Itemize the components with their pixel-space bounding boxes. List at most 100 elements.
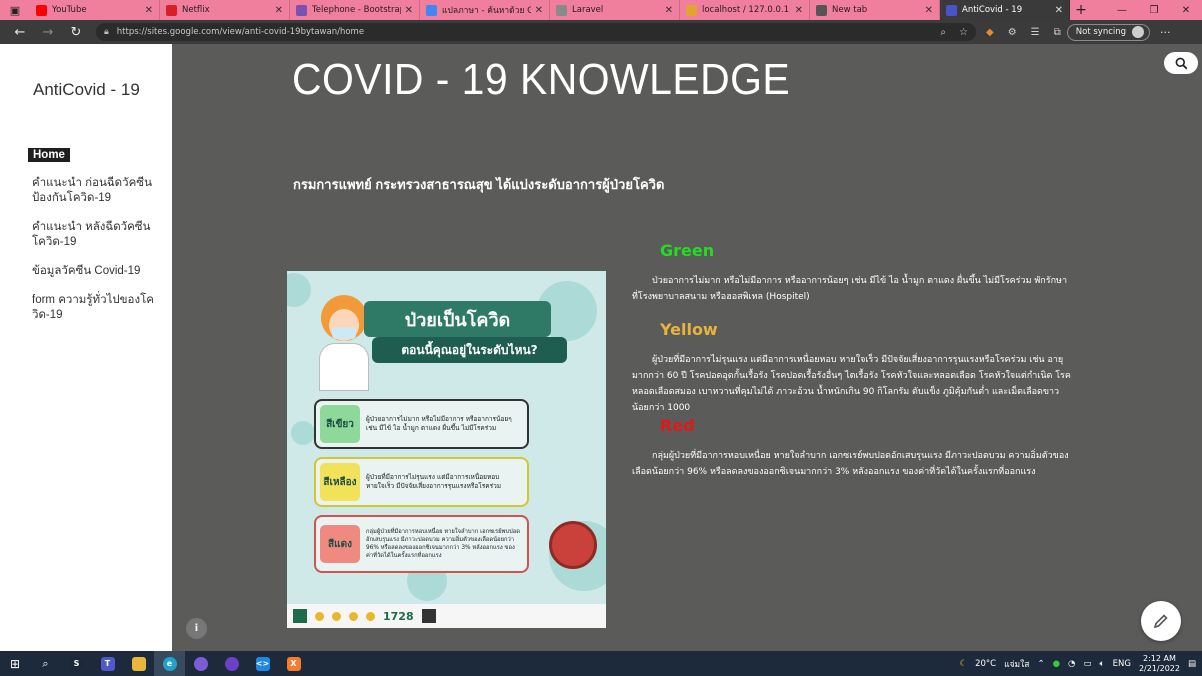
- refresh-icon[interactable]: ↻: [62, 25, 90, 40]
- close-window-icon[interactable]: ✕: [1170, 0, 1202, 20]
- network-icon[interactable]: ◔: [1068, 659, 1075, 669]
- close-tab-icon[interactable]: ✕: [535, 5, 543, 16]
- browser-tab[interactable]: YouTube ✕: [30, 0, 160, 20]
- clock-date: 2/21/2022: [1138, 663, 1180, 673]
- browser-tab[interactable]: Laravel ✕: [550, 0, 680, 20]
- edit-button[interactable]: [1141, 601, 1181, 641]
- youtube-icon: [36, 4, 47, 16]
- level-yellow-title: Yellow: [660, 320, 718, 339]
- info-button[interactable]: i: [186, 618, 207, 639]
- edge-icon[interactable]: e: [154, 651, 185, 676]
- back-icon[interactable]: ←: [6, 25, 34, 40]
- close-tab-icon[interactable]: ✕: [405, 5, 413, 16]
- page-subtitle: กรมการแพทย์ กระทรวงสาธารณสุข ได้แบ่งระดั…: [293, 177, 665, 192]
- level-red-text: กลุ่มผู้ป่วยที่มีอาการหอบเหนื่อย หายใจลำ…: [632, 451, 1069, 477]
- close-tab-icon[interactable]: ✕: [925, 5, 933, 16]
- nav-item-before-vaccine[interactable]: คำแนะนำ ก่อนฉีดวัคซีนป้องกันโควิด-19: [28, 176, 158, 206]
- page-title: COVID - 19 KNOWLEDGE: [292, 55, 791, 104]
- poster-footer: 1728: [287, 604, 606, 628]
- badge-icon: [315, 611, 324, 621]
- level-green-text: ป่วยอาการไม่มาก หรือไม่มีอาการ หรืออาการ…: [632, 276, 1068, 302]
- extensions-icon[interactable]: ⚙: [1008, 27, 1017, 38]
- weather-temp[interactable]: 20°C: [975, 659, 996, 669]
- browser-tab[interactable]: AntiCovid - 19 ✕: [940, 0, 1070, 20]
- browser-tab[interactable]: localhost / 127.0.0.1 | phpMyAdmin ✕: [680, 0, 810, 20]
- phpmyadmin-icon: [686, 4, 697, 16]
- search-taskbar-icon[interactable]: ⌕: [30, 651, 61, 676]
- browser-tab[interactable]: Telephone - Bootstrap Icons ✕: [290, 0, 420, 20]
- badge-icon: [332, 611, 341, 621]
- nav-item-vaccine-info[interactable]: ข้อมูลวัคซีน Covid-19: [28, 264, 158, 279]
- url-field[interactable]: 🔒︎ https://sites.google.com/view/anti-co…: [96, 23, 976, 41]
- teams-icon[interactable]: T: [92, 651, 123, 676]
- lungs-illustration: [549, 521, 597, 569]
- extension-fox-icon[interactable]: ◆: [986, 27, 994, 38]
- xampp-icon[interactable]: X: [278, 651, 309, 676]
- github-icon[interactable]: [216, 651, 247, 676]
- weather-desc: แจ่มใส: [1004, 659, 1030, 670]
- vscode-icon[interactable]: <>: [247, 651, 278, 676]
- favorite-star-icon[interactable]: ☆: [959, 27, 968, 38]
- steam-icon[interactable]: S: [61, 651, 92, 676]
- site-title[interactable]: AntiCovid - 19: [33, 80, 140, 100]
- volume-icon[interactable]: 🔈︎: [1100, 659, 1105, 669]
- covid-level-poster: ป่วยเป็นโควิด ตอนนี้คุณอยู่ในระดับไหน? ส…: [287, 271, 606, 628]
- favorites-icon[interactable]: ☰: [1031, 27, 1040, 38]
- close-tab-icon[interactable]: ✕: [795, 5, 803, 16]
- windows-start-icon[interactable]: ⊞: [0, 657, 30, 671]
- more-menu-icon[interactable]: ···: [1160, 26, 1171, 39]
- sites-icon: [946, 4, 957, 16]
- browser-tab[interactable]: Netflix ✕: [160, 0, 290, 20]
- pencil-icon: [1153, 614, 1168, 629]
- system-tray: ☾ 20°C แจ่มใส ⌃ ● ◔ ▭ 🔈︎ ENG 2:12 AM 2/2…: [959, 654, 1202, 674]
- tab-actions-icon[interactable]: ▣: [0, 0, 30, 20]
- collections-icon[interactable]: ⧉: [1054, 27, 1061, 38]
- lock-icon: 🔒︎: [104, 27, 109, 37]
- security-icon[interactable]: ●: [1053, 659, 1060, 669]
- hotline-number: 1728: [383, 609, 414, 623]
- restore-icon[interactable]: ❐: [1138, 0, 1170, 20]
- sync-button[interactable]: Not syncing: [1066, 23, 1151, 41]
- browser-tab[interactable]: New tab ✕: [810, 0, 940, 20]
- nav-home[interactable]: Home: [28, 148, 70, 162]
- display-icon[interactable]: ▭: [1083, 659, 1091, 669]
- sidebar: AntiCovid - 19 Home คำแนะนำ ก่อนฉีดวัคซี…: [0, 44, 172, 651]
- nav-item-form[interactable]: form ความรู้ทั่วไปของโควิด-19: [28, 293, 158, 323]
- level-red-title: Red: [660, 416, 695, 435]
- language-indicator[interactable]: ENG: [1113, 659, 1131, 669]
- search-icon: [1175, 57, 1187, 69]
- poster-card-green: สีเขียว ผู้ป่วยอาการไม่มาก หรือไม่มีอากา…: [314, 399, 529, 449]
- clock[interactable]: 2:12 AM 2/21/2022: [1139, 654, 1180, 674]
- google-icon: [426, 4, 437, 16]
- new-tab-button[interactable]: +: [1070, 0, 1092, 20]
- notifications-icon[interactable]: ▤: [1188, 659, 1196, 669]
- browser-tab[interactable]: แปลภาษา - ค้นหาด้วย Google ✕: [420, 0, 550, 20]
- minimize-icon[interactable]: —: [1106, 0, 1138, 20]
- show-hidden-icons-icon[interactable]: ⌃: [1038, 659, 1045, 669]
- site-nav: Home คำแนะนำ ก่อนฉีดวัคซีนป้องกันโควิด-1…: [28, 143, 158, 337]
- forward-icon[interactable]: →: [34, 25, 62, 40]
- window-controls: — ❐ ✕: [1106, 0, 1202, 20]
- poster-card-label: สีเขียว: [320, 405, 360, 443]
- chrome-icon[interactable]: [185, 651, 216, 676]
- taskbar: ⊞ ⌕ S T e <> X ☾ 20°C แจ่มใส ⌃ ● ◔ ▭ 🔈︎ …: [0, 651, 1202, 676]
- tab-title: Netflix: [182, 5, 210, 15]
- file-explorer-icon[interactable]: [123, 651, 154, 676]
- poster-card-text: ผู้ป่วยที่มีอาการไม่รุนแรง แต่มีอาการเหน…: [366, 473, 502, 490]
- close-tab-icon[interactable]: ✕: [665, 5, 673, 16]
- close-tab-icon[interactable]: ✕: [145, 5, 153, 16]
- tab-title: Laravel: [572, 5, 604, 15]
- zoom-icon[interactable]: ⌕: [940, 27, 946, 38]
- level-green-title: Green: [660, 241, 715, 260]
- close-tab-icon[interactable]: ✕: [275, 5, 283, 16]
- weather-icon: ☾: [959, 658, 968, 669]
- search-button[interactable]: [1164, 52, 1198, 74]
- nav-item-after-vaccine[interactable]: คำแนะนำ หลังฉีดวัคซีนโควิด-19: [28, 220, 158, 250]
- tab-title: แปลภาษา - ค้นหาด้วย Google: [442, 6, 531, 16]
- newtab-icon: [816, 4, 827, 16]
- tab-title: YouTube: [52, 5, 87, 15]
- bootstrap-icon: [296, 4, 307, 16]
- info-icon: i: [194, 623, 199, 634]
- close-tab-icon[interactable]: ✕: [1055, 5, 1063, 16]
- badge-icon: [366, 611, 375, 621]
